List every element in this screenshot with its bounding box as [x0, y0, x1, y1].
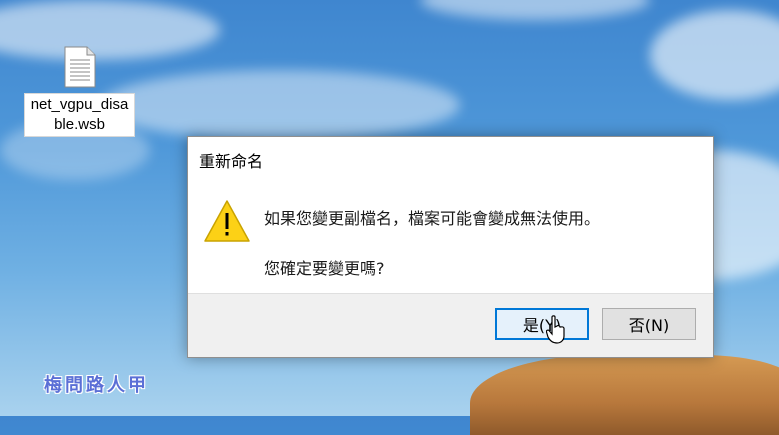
mouse-pointer-icon — [546, 315, 565, 344]
watermark-logo: 梅問路人甲 — [44, 371, 149, 397]
no-button[interactable]: 否(N) — [602, 308, 696, 340]
dialog-title: 重新命名 — [199, 152, 264, 171]
yes-button[interactable]: 是(Y) — [495, 308, 589, 340]
rename-confirm-dialog: 重新命名 如果您變更副檔名，檔案可能會變成無法使用。 您確定要變更嗎? 是(Y)… — [187, 136, 714, 358]
watermark-text: 梅問路人甲 — [44, 375, 149, 396]
no-button-label: 否(N) — [628, 316, 670, 335]
dialog-message: 如果您變更副檔名，檔案可能會變成無法使用。 — [264, 209, 601, 228]
dialog-button-bar: 是(Y) 否(N) — [188, 293, 713, 357]
document-icon — [64, 46, 95, 88]
warning-icon — [204, 200, 250, 242]
file-name-edit-field[interactable]: net_vgpu_disable.wsb — [24, 93, 135, 137]
rock-scenery — [470, 355, 779, 435]
desktop-file-item[interactable]: net_vgpu_disable.wsb — [23, 46, 136, 137]
dialog-question: 您確定要變更嗎? — [264, 259, 385, 278]
